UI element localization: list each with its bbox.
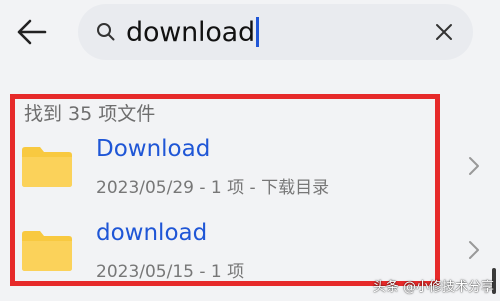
chevron-right-icon bbox=[469, 241, 479, 259]
text-cursor bbox=[255, 17, 259, 47]
search-bar[interactable]: download bbox=[78, 4, 473, 60]
search-icon bbox=[97, 23, 115, 41]
watermark: 头条 @小修技术分享 bbox=[373, 276, 494, 295]
search-query-text: download bbox=[126, 16, 255, 48]
file-meta: 2023/05/15 - 1 项 bbox=[96, 262, 245, 282]
back-button[interactable] bbox=[14, 14, 50, 50]
close-icon[interactable] bbox=[433, 21, 455, 43]
result-count-label: 找到 35 项文件 bbox=[24, 103, 156, 125]
search-input[interactable]: download bbox=[126, 12, 416, 52]
arrow-left-icon bbox=[17, 19, 47, 45]
file-search-screen: download 找到 35 项文件 Download 2023/05/29 -… bbox=[0, 0, 500, 301]
file-meta: 2023/05/29 - 1 项 - 下载目录 bbox=[96, 178, 330, 198]
folder-icon bbox=[22, 147, 72, 187]
folder-icon bbox=[22, 231, 72, 271]
file-name: download bbox=[96, 220, 208, 246]
file-name: Download bbox=[96, 136, 211, 162]
watermark-text: 头条 @小修技术分享 bbox=[372, 280, 494, 295]
file-list-item[interactable]: Download 2023/05/29 - 1 项 - 下载目录 bbox=[0, 128, 500, 204]
chevron-right-icon bbox=[469, 157, 479, 175]
